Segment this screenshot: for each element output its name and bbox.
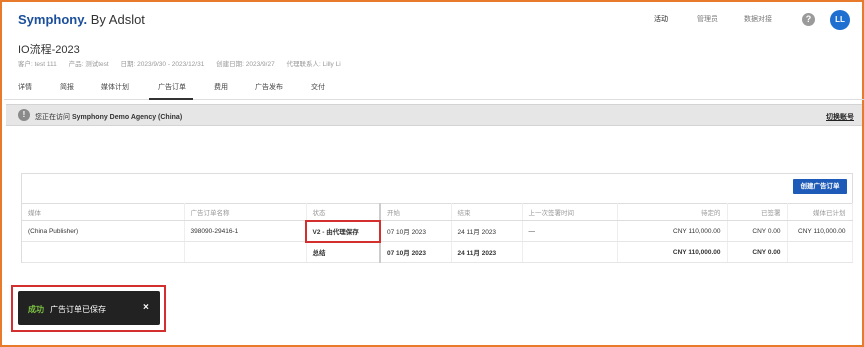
nav-data-integration[interactable]: 数据对接 [744, 14, 772, 24]
col-start[interactable]: 开始 [379, 203, 452, 221]
info-icon: ! [18, 109, 30, 121]
status-badge: V2 - 由代理保存 [305, 219, 381, 243]
active-tab-indicator [149, 98, 193, 100]
total-pending: CNY 110,000.00 [617, 241, 728, 263]
cell-media: (China Publisher) [22, 220, 185, 242]
cell-signed: CNY 0.00 [727, 220, 788, 242]
tab-ad-delivery[interactable]: 广告发布 [255, 82, 283, 92]
logo-by: By Adslot [87, 12, 145, 27]
agency-banner: ! 您正在访问 Symphony Demo Agency (China) 切换账… [6, 104, 862, 126]
logo-brand: Symphony. [18, 12, 88, 27]
cell-pending: CNY 110,000.00 [617, 220, 728, 242]
cell-start: 07 10月 2023 [379, 220, 452, 242]
cell-empty [22, 241, 185, 263]
help-icon[interactable]: ? [802, 13, 815, 26]
nav-activities[interactable]: 活动 [654, 14, 668, 24]
page-title: IO流程-2023 [18, 44, 80, 56]
col-status[interactable]: 状态 [306, 203, 381, 221]
avatar[interactable]: LL [830, 10, 850, 30]
campaign-meta: 客户: test 111 产品: 测试test 日期: 2023/9/30 - … [18, 58, 351, 68]
tab-brief[interactable]: 简报 [60, 82, 74, 92]
toast-message: 广告订单已保存 [50, 305, 106, 314]
cell-empty [787, 241, 853, 263]
total-start: 07 10月 2023 [379, 241, 452, 263]
banner-agency: Symphony Demo Agency (China) [71, 114, 183, 121]
close-icon[interactable]: × [143, 302, 149, 313]
total-end: 24 11月 2023 [451, 241, 523, 263]
col-pending[interactable]: 待定的 [617, 203, 728, 221]
tab-delivery[interactable]: 交付 [311, 82, 325, 92]
meta-created: 创建日期: 2023/9/27 [216, 61, 275, 68]
tab-bar: 详情 简报 媒体计划 广告订单 费用 广告发布 交付 [4, 74, 864, 100]
col-media[interactable]: 媒体 [22, 203, 185, 221]
top-bar: Symphony. By Adslot 活动 管理员 数据对接 ? LL [4, 4, 864, 36]
banner-prefix: 您正在访问 [35, 114, 72, 121]
success-toast: 成功 广告订单已保存 × [18, 291, 160, 325]
create-insertion-order-button[interactable]: 创建广告订单 [793, 179, 847, 194]
cell-order-name[interactable]: 398090-29416-1 [184, 220, 307, 242]
app-frame: Symphony. By Adslot 活动 管理员 数据对接 ? LL IO流… [0, 0, 864, 347]
tab-insertion-orders[interactable]: 广告订单 [158, 82, 186, 92]
banner-text: 您正在访问 Symphony Demo Agency (China) [35, 112, 182, 122]
tab-media-plan[interactable]: 媒体计划 [101, 82, 129, 92]
insertion-orders-table: 媒体 广告订单名称 状态 开始 结束 上一次签署时间 待定的 已签署 媒体已计划… [22, 203, 853, 263]
table-header-row: 媒体 广告订单名称 状态 开始 结束 上一次签署时间 待定的 已签署 媒体已计划 [22, 203, 853, 221]
total-row: 总结 07 10月 2023 24 11月 2023 CNY 110,000.0… [22, 241, 853, 263]
cell-last-signed: — [522, 220, 618, 242]
insertion-orders-panel: 创建广告订单 媒体 广告订单名称 状态 开始 结束 上一次签署时间 待定的 已签… [21, 173, 853, 263]
meta-contact: 代理联系人: Lilly Li [286, 61, 341, 68]
cell-end: 24 11月 2023 [451, 220, 523, 242]
nav-admin[interactable]: 管理员 [697, 14, 718, 24]
switch-account-link[interactable]: 切换账号 [826, 112, 854, 122]
total-signed: CNY 0.00 [727, 241, 788, 263]
tab-costs[interactable]: 费用 [214, 82, 228, 92]
meta-client: 客户: test 111 [18, 61, 57, 68]
col-signed[interactable]: 已签署 [727, 203, 788, 221]
col-end[interactable]: 结束 [451, 203, 523, 221]
total-label: 总结 [306, 241, 381, 263]
cell-planned: CNY 110,000.00 [787, 220, 853, 242]
cell-empty [184, 241, 307, 263]
col-planned[interactable]: 媒体已计划 [787, 203, 853, 221]
meta-dates: 日期: 2023/9/30 - 2023/12/31 [120, 61, 205, 68]
col-last-signed[interactable]: 上一次签署时间 [522, 203, 618, 221]
cell-empty [522, 241, 618, 263]
table-row[interactable]: (China Publisher) 398090-29416-1 V2 - 由代… [22, 219, 853, 243]
logo[interactable]: Symphony. By Adslot [18, 12, 145, 27]
meta-product: 产品: 测试test [68, 61, 109, 68]
toast-status: 成功 [28, 305, 44, 314]
tab-details[interactable]: 详情 [18, 82, 32, 92]
col-order-name[interactable]: 广告订单名称 [184, 203, 307, 221]
